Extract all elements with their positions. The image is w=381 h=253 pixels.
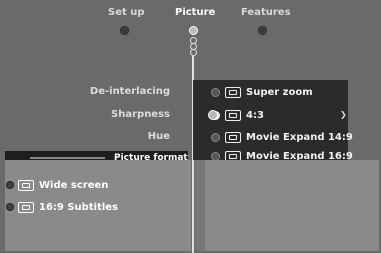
tab-picture[interactable]: Picture <box>175 7 215 18</box>
option-wide-screen[interactable]: Wide screen <box>6 178 108 192</box>
option-label: 16:9 Subtitles <box>39 201 118 213</box>
screen-format-icon <box>18 179 34 191</box>
option-4-3[interactable]: 4:3 <box>211 107 264 123</box>
radio-icon <box>6 181 14 189</box>
option-16-9-subtitles[interactable]: 16:9 Subtitles <box>6 200 118 214</box>
menu-connector-line-lower <box>192 160 194 253</box>
scrambled-text-artifact <box>30 157 105 159</box>
tab-setup[interactable]: Set up <box>108 7 145 18</box>
connector-link-icon <box>190 49 197 56</box>
tab-setup-indicator-icon <box>120 26 129 35</box>
radio-icon <box>6 203 14 211</box>
option-label: Wide screen <box>39 179 109 191</box>
radio-icon <box>211 132 220 142</box>
tab-features-indicator-icon <box>258 26 267 35</box>
setting-de-interlacing[interactable]: De-interlacing <box>90 86 170 97</box>
option-label: Movie Expand 14:9 <box>246 131 353 143</box>
option-movie-expand-14-9[interactable]: Movie Expand 14:9 <box>211 129 353 145</box>
tv-menu-screen: Set up Picture Features De-interlacing S… <box>0 0 381 253</box>
radio-icon <box>211 87 220 97</box>
setting-sharpness[interactable]: Sharpness <box>111 109 170 120</box>
option-super-zoom[interactable]: Super zoom <box>211 84 313 100</box>
lower-right-region <box>205 160 379 251</box>
lower-divider-region <box>195 160 205 251</box>
tab-picture-indicator-icon <box>189 26 198 35</box>
chevron-right-icon: ❯ <box>340 110 347 119</box>
option-label: Super zoom <box>246 86 313 98</box>
tab-features[interactable]: Features <box>241 7 291 18</box>
screen-format-icon <box>225 131 241 143</box>
screen-format-icon <box>18 201 34 213</box>
screen-format-icon <box>225 86 241 98</box>
picture-format-options-panel: Super zoom 4:3 ❯ Movie Expand 14:9 Movie… <box>193 80 353 161</box>
option-label: 4:3 <box>246 109 264 121</box>
setting-hue[interactable]: Hue <box>148 131 170 142</box>
screen-format-icon <box>225 109 241 121</box>
focus-indicator-icon <box>208 110 218 120</box>
